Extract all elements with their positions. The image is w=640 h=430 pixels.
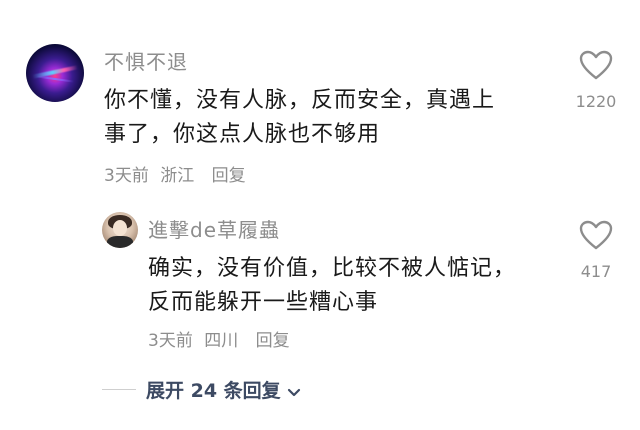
reply-username[interactable]: 進擊de草履蟲 xyxy=(148,214,280,243)
heart-outline-icon xyxy=(579,220,613,250)
comment-text-line: 你不懂，没有人脉，反而安全，真遇上 xyxy=(104,88,496,113)
comment-time: 3天前 xyxy=(104,166,149,186)
reply-text[interactable]: 确实，没有价值，比较不被人惦记， 反而能躲开一些糟心事 xyxy=(148,252,568,320)
heart-outline-icon xyxy=(579,50,613,80)
comment-section: 不惧不退 你不懂，没有人脉，反而安全，真遇上 事了，你这点人脉也不够用 3天前 … xyxy=(0,0,640,430)
avatar-light-streak-secondary xyxy=(36,75,74,83)
avatar[interactable] xyxy=(26,44,84,102)
like-button[interactable]: 417 xyxy=(566,220,626,281)
reply-text-line: 反而能躲开一些糟心事 xyxy=(148,290,379,315)
reply-button[interactable]: 回复 xyxy=(256,331,290,351)
like-count: 417 xyxy=(580,262,612,281)
comment-location: 浙江 xyxy=(160,166,195,186)
like-count: 1220 xyxy=(575,92,617,111)
comment-username[interactable]: 不惧不退 xyxy=(104,46,188,75)
expand-replies-button[interactable]: 展开 24 条回复 xyxy=(146,376,301,403)
expand-replies-label: 展开 24 条回复 xyxy=(146,380,281,402)
avatar-face xyxy=(113,220,127,236)
comment-text-line: 事了，你这点人脉也不够用 xyxy=(104,122,381,147)
avatar-body xyxy=(107,236,133,248)
like-button[interactable]: 1220 xyxy=(566,50,626,111)
comment-text[interactable]: 你不懂，没有人脉，反而安全，真遇上 事了，你这点人脉也不够用 xyxy=(104,84,554,152)
chevron-down-icon xyxy=(287,381,301,403)
expand-divider xyxy=(102,389,136,390)
avatar[interactable] xyxy=(102,212,138,248)
reply-text-line: 确实，没有价值，比较不被人惦记， xyxy=(148,256,517,281)
reply-location: 四川 xyxy=(204,331,239,351)
comment-meta: 3天前 浙江 回复 xyxy=(104,161,252,186)
reply-button[interactable]: 回复 xyxy=(212,166,246,186)
reply-time: 3天前 xyxy=(148,331,193,351)
reply-meta: 3天前 四川 回复 xyxy=(148,326,296,351)
